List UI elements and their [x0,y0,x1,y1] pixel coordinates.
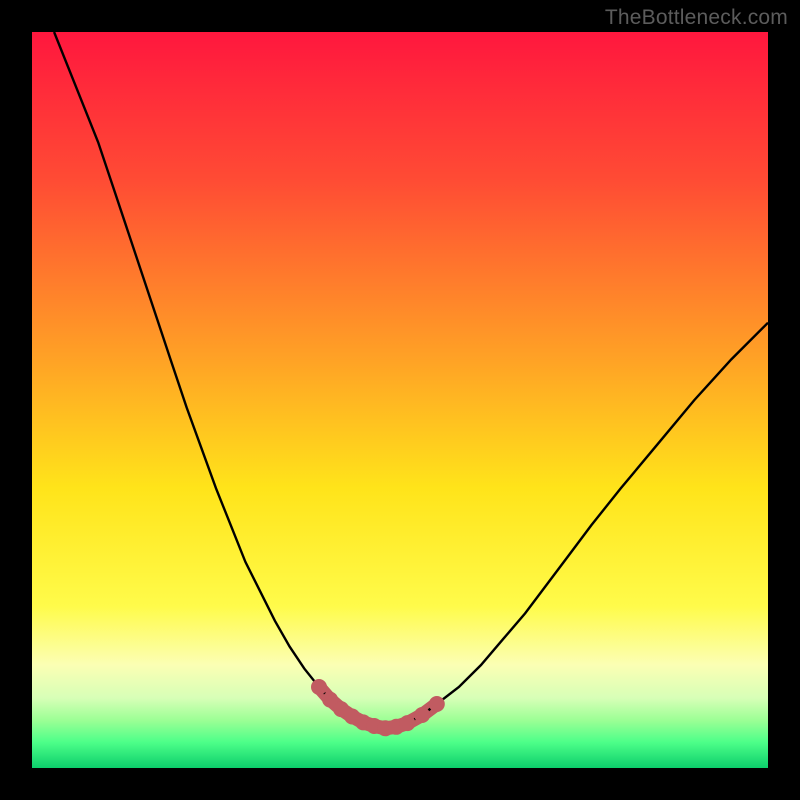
chart-svg [32,32,768,768]
gradient-bg [32,32,768,768]
chart-frame [32,32,768,768]
watermark-text: TheBottleneck.com [605,6,788,30]
